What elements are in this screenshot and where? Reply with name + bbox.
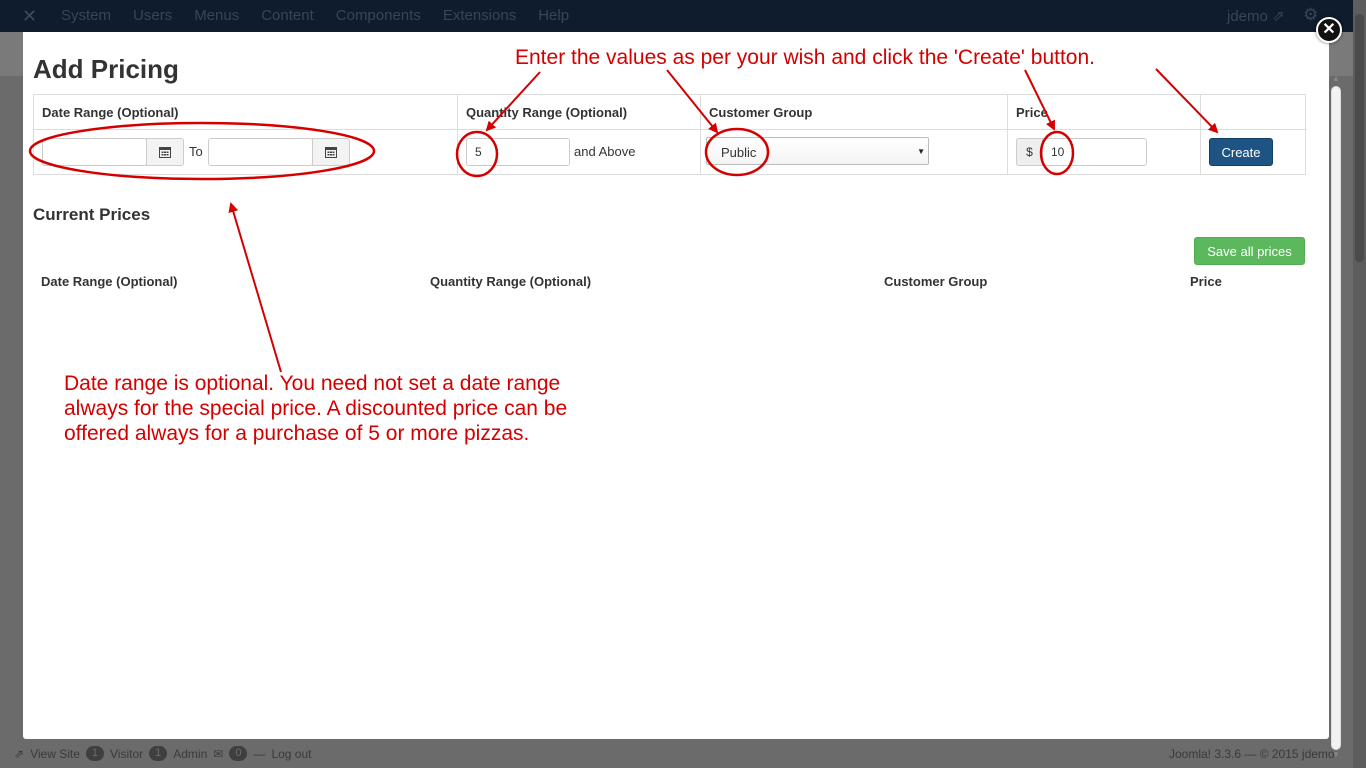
customer-group-select[interactable]: Public ▼ <box>706 137 929 165</box>
annotation-bottom-line-2: always for the special price. A discount… <box>64 397 568 420</box>
date-to-input[interactable] <box>208 138 313 166</box>
menu-item-content[interactable]: Content <box>261 7 314 24</box>
header-action <box>1201 95 1307 130</box>
modal-scrollbar[interactable]: ▲ ▼ <box>1329 74 1343 762</box>
header-price: Price <box>1008 95 1201 130</box>
envelope-icon: ✉ <box>213 746 224 761</box>
view-site-link[interactable]: View Site <box>30 747 80 761</box>
menu-item-extensions[interactable]: Extensions <box>443 7 516 24</box>
admin-menu: System Users Menus Content Components Ex… <box>61 7 591 24</box>
page-scrollbar[interactable] <box>1353 0 1366 768</box>
messages-count-badge: 0 <box>229 746 248 761</box>
menu-item-system[interactable]: System <box>61 7 111 24</box>
user-menu-link[interactable]: jdemo ⇗ <box>1227 7 1285 25</box>
quantity-input[interactable] <box>466 138 570 166</box>
chevron-down-icon: ▼ <box>917 147 925 156</box>
current-prices-title: Current Prices <box>33 205 151 224</box>
header-date-range: Date Range (Optional) <box>34 95 458 130</box>
current-header-customer-group: Customer Group <box>884 274 988 289</box>
admin-top-bar: ✕ System Users Menus Content Components … <box>0 0 1366 32</box>
create-button[interactable]: Create <box>1209 138 1273 166</box>
calendar-from-button[interactable] <box>146 138 184 166</box>
calendar-to-button[interactable] <box>312 138 350 166</box>
visitor-label: Visitor <box>110 746 144 761</box>
to-label: To <box>189 144 203 159</box>
scroll-up-icon[interactable]: ▲ <box>1332 74 1340 83</box>
price-input[interactable] <box>1042 138 1147 166</box>
annotation-top: Enter the values as per your wish and cl… <box>515 46 1095 69</box>
minus-icon: — <box>253 746 266 761</box>
calendar-icon <box>325 147 337 158</box>
scroll-down-icon[interactable]: ▼ <box>1332 750 1340 759</box>
and-above-label: and Above <box>574 144 636 159</box>
save-all-prices-button[interactable]: Save all prices <box>1194 237 1305 265</box>
close-icon[interactable]: ✕ <box>1316 17 1342 43</box>
header-customer-group: Customer Group <box>701 95 1008 130</box>
calendar-icon <box>159 147 171 158</box>
external-link-icon: ⇗ <box>14 746 25 761</box>
menu-item-components[interactable]: Components <box>336 7 421 24</box>
admin-status-bar: ⇗ View Site 1 Visitor 1 Admin ✉ 0 — Log … <box>0 740 1366 768</box>
date-from-input[interactable] <box>42 138 147 166</box>
current-header-quantity-range: Quantity Range (Optional) <box>430 274 592 289</box>
menu-item-users[interactable]: Users <box>133 7 172 24</box>
gear-icon[interactable]: ⚙ <box>1303 5 1318 25</box>
version-text: Joomla! 3.3.6 — © 2015 jdemo <box>1169 747 1335 761</box>
current-header-date-range: Date Range (Optional) <box>41 274 178 289</box>
annotation-bottom-line-1: Date range is optional. You need not set… <box>64 372 561 395</box>
currency-addon: $ <box>1016 138 1043 166</box>
logout-link[interactable]: Log out <box>271 747 311 761</box>
modal-title: Add Pricing <box>33 54 179 84</box>
admin-count-badge: 1 <box>149 746 168 761</box>
menu-item-menus[interactable]: Menus <box>194 7 239 24</box>
current-header-price: Price <box>1190 274 1222 289</box>
visitor-count-badge: 1 <box>85 746 104 761</box>
menu-item-help[interactable]: Help <box>538 7 569 24</box>
annotation-bottom-line-3: offered always for a purchase of 5 or mo… <box>64 422 530 445</box>
joomla-logo-icon[interactable]: ✕ <box>22 6 42 26</box>
header-quantity-range: Quantity Range (Optional) <box>458 95 701 130</box>
admin-label: Admin <box>173 746 208 761</box>
customer-group-value: Public <box>721 145 757 160</box>
